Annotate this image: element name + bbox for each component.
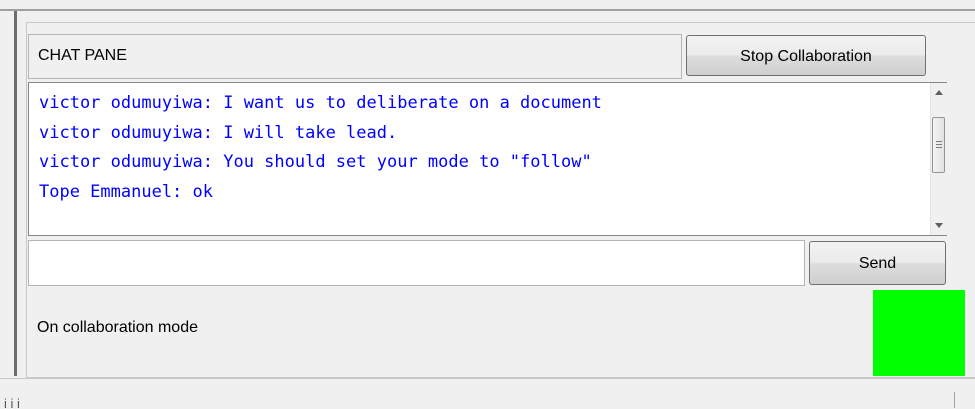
scroll-up-arrow-icon[interactable] [935, 90, 943, 95]
chat-message: Tope Emmanuel: ok [39, 181, 213, 202]
stop-collaboration-button[interactable]: Stop Collaboration [686, 35, 926, 76]
bottom-bar [0, 378, 975, 409]
chat-pane-header: CHAT PANE [28, 34, 682, 79]
chat-message: victor odumuyiwa: You should set your mo… [39, 152, 592, 172]
chat-message: victor odumuyiwa: I want us to deliberat… [39, 93, 602, 113]
chat-history[interactable]: victor odumuyiwa: I want us to deliberat… [28, 82, 947, 236]
status-text: On collaboration mode [37, 319, 198, 336]
chat-pane-label: CHAT PANE [38, 47, 127, 64]
grip-line-icon [936, 147, 942, 148]
message-input[interactable] [28, 240, 805, 286]
chat-message: victor odumuyiwa: I will take lead. [39, 122, 398, 143]
send-button[interactable]: Send [809, 241, 946, 285]
grip-line-icon [936, 141, 942, 142]
chat-message-list: victor odumuyiwa: I want us to deliberat… [39, 89, 602, 207]
collaboration-status-indicator [873, 290, 965, 376]
scroll-down-arrow-icon[interactable] [935, 223, 943, 228]
chat-scrollbar[interactable] [930, 83, 947, 235]
scroll-thumb[interactable] [932, 117, 945, 173]
grip-line-icon [936, 144, 942, 145]
bottom-bar-divider [954, 392, 955, 408]
bottom-bar-text: i i i [4, 396, 20, 408]
